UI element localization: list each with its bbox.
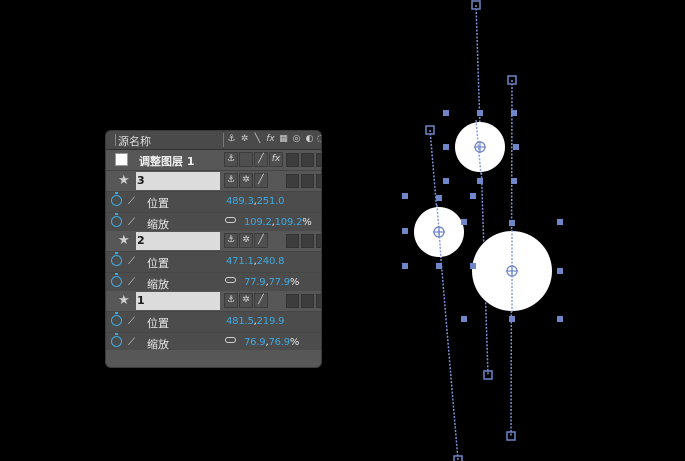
stopwatch-icon[interactable] — [111, 312, 122, 326]
graph-icon[interactable]: ⟋ — [128, 277, 135, 288]
stopwatch-icon[interactable] — [111, 252, 122, 266]
path-endpoint[interactable] — [483, 370, 493, 380]
graph-icon[interactable]: ⟋ — [128, 196, 135, 207]
transform-handle[interactable] — [402, 263, 408, 269]
layer-name[interactable]: 3 — [137, 174, 145, 187]
stopwatch-icon[interactable] — [111, 273, 122, 287]
panel-footer — [106, 350, 321, 367]
transform-handle[interactable] — [443, 110, 449, 116]
graph-icon[interactable]: ⟋ — [128, 217, 135, 228]
motion-blur-icon: ◎ — [292, 134, 301, 144]
transform-handle[interactable] — [402, 193, 408, 199]
anchor-switch[interactable]: ⚓ — [224, 293, 238, 308]
layer-name[interactable]: 1 — [137, 294, 145, 307]
transform-handle[interactable] — [511, 110, 517, 116]
quality-switch[interactable]: ╱ — [254, 152, 268, 167]
sun-icon: ✲ — [240, 134, 249, 144]
quality-switch[interactable]: ╱ — [254, 233, 268, 248]
scale-value[interactable]: 109.2,109.2% — [244, 217, 312, 228]
stopwatch-icon[interactable] — [111, 192, 122, 206]
layer-name[interactable]: 2 — [137, 234, 145, 247]
layer-row-2[interactable]: ★ 2 ⚓ ✲ ╱ — [106, 231, 321, 252]
graph-icon[interactable]: ⟋ — [128, 316, 135, 327]
adjustment-layer-name[interactable]: 调整图层 1 — [139, 153, 194, 169]
transform-handle[interactable] — [402, 228, 408, 234]
transform-handle[interactable] — [509, 316, 515, 322]
star-icon: ★ — [118, 173, 130, 188]
transform-handle[interactable] — [436, 263, 442, 269]
composition-viewer[interactable] — [0, 0, 685, 461]
adjustment-layer-row[interactable]: 调整图层 1 ⚓ ╱ fx — [106, 150, 321, 171]
transform-handle[interactable] — [477, 178, 483, 184]
transform-handle[interactable] — [461, 219, 467, 225]
fx-icon: fx — [266, 134, 275, 144]
layer-panel: 源名称 ⚓ ✲ ╲ fx ▦ ◎ ◐ ◌ 调整图层 1 ⚓ ╱ fx ★ 3 ⚓… — [106, 131, 321, 367]
slash-icon: ╲ — [254, 134, 261, 144]
stopwatch-icon[interactable] — [111, 333, 122, 347]
anchor-switch[interactable]: ⚓ — [224, 152, 238, 167]
property-row-position[interactable]: ⟋ 位置 481.5,219.9 — [106, 312, 321, 333]
transform-handle[interactable] — [436, 195, 442, 201]
transform-handle[interactable] — [511, 178, 517, 184]
graph-icon[interactable]: ⟋ — [128, 256, 135, 267]
path-endpoint[interactable] — [506, 431, 516, 441]
star-icon: ★ — [118, 233, 130, 248]
transform-handle[interactable] — [557, 316, 563, 322]
position-value[interactable]: 471.1,240.8 — [226, 256, 284, 267]
transform-handle[interactable] — [509, 220, 515, 226]
stopwatch-icon[interactable] — [111, 213, 122, 227]
transform-handle[interactable] — [470, 193, 476, 199]
panel-header: 源名称 ⚓ ✲ ╲ fx ▦ ◎ ◐ ◌ — [106, 131, 321, 150]
link-icon[interactable] — [225, 276, 237, 285]
transform-handle[interactable] — [557, 219, 563, 225]
link-icon[interactable] — [225, 336, 237, 345]
collapse-switch[interactable]: ✲ — [239, 173, 253, 188]
property-row-position[interactable]: ⟋ 位置 471.1,240.8 — [106, 252, 321, 273]
anchor-switch[interactable]: ⚓ — [224, 233, 238, 248]
layer-color-swatch — [115, 153, 128, 166]
layer-row-1[interactable]: ★ 1 ⚓ ✲ ╱ — [106, 291, 321, 312]
anchor-switch[interactable]: ⚓ — [224, 173, 238, 188]
star-icon: ★ — [118, 293, 130, 308]
fx-switch[interactable]: fx — [269, 152, 283, 167]
transform-handle[interactable] — [470, 263, 476, 269]
transform-handle[interactable] — [513, 144, 519, 150]
transform-handle[interactable] — [477, 110, 483, 116]
position-value[interactable]: 489.3,251.0 — [226, 196, 284, 207]
collapse-switch[interactable] — [239, 152, 253, 167]
transform-handle[interactable] — [557, 268, 563, 274]
frame-blend-icon: ▦ — [279, 134, 288, 144]
transform-handle[interactable] — [461, 316, 467, 322]
transform-handle[interactable] — [443, 144, 449, 150]
anchor-icon: ⚓ — [227, 134, 236, 144]
link-icon[interactable] — [225, 216, 237, 225]
adjustment-icon: ◐ — [305, 134, 314, 144]
quality-switch[interactable]: ╱ — [254, 173, 268, 188]
scale-value[interactable]: 77.9,77.9% — [244, 277, 299, 288]
transform-handle[interactable] — [443, 178, 449, 184]
property-row-position[interactable]: ⟋ 位置 489.3,251.0 — [106, 192, 321, 213]
position-value[interactable]: 481.5,219.9 — [226, 316, 284, 327]
scale-value[interactable]: 76.9,76.9% — [244, 337, 299, 348]
quality-switch[interactable]: ╱ — [254, 293, 268, 308]
3d-icon: ◌ — [316, 134, 321, 144]
layer-row-3[interactable]: ★ 3 ⚓ ✲ ╱ — [106, 171, 321, 192]
collapse-switch[interactable]: ✲ — [239, 233, 253, 248]
source-name-column-header[interactable]: 源名称 — [118, 133, 151, 149]
motion-path-1[interactable] — [475, 4, 489, 376]
graph-icon[interactable]: ⟋ — [128, 337, 135, 348]
collapse-switch[interactable]: ✲ — [239, 293, 253, 308]
